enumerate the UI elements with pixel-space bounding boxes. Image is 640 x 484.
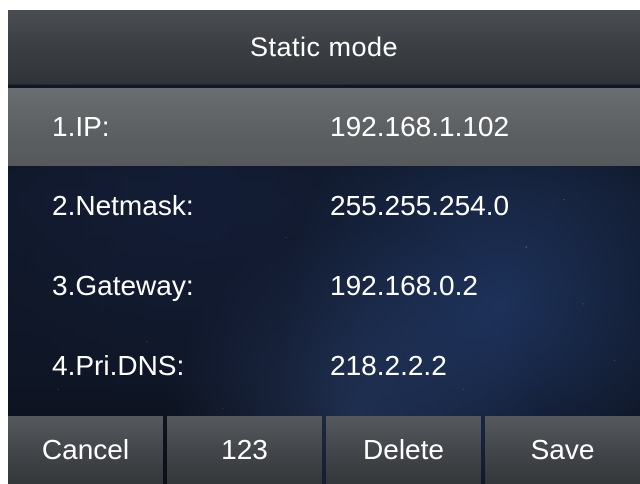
save-button[interactable]: Save	[485, 416, 640, 484]
input-mode-button[interactable]: 123	[167, 416, 322, 484]
field-row-ip[interactable]: 1.IP: 192.168.1.102	[8, 88, 640, 166]
field-value-pri-dns[interactable]: 218.2.2.2	[330, 350, 447, 382]
field-value-netmask[interactable]: 255.255.254.0	[330, 190, 509, 222]
field-label-ip: 1.IP:	[52, 111, 110, 142]
delete-button[interactable]: Delete	[326, 416, 481, 484]
cancel-button[interactable]: Cancel	[8, 416, 163, 484]
settings-list: 1.IP: 192.168.1.102 2.Netmask: 255.255.2…	[8, 88, 640, 406]
field-label-pri-dns: 4.Pri.DNS:	[52, 350, 185, 381]
field-row-netmask[interactable]: 2.Netmask: 255.255.254.0	[8, 166, 640, 246]
phone-screen: Static mode 1.IP: 192.168.1.102 2.Netmas…	[8, 10, 640, 484]
field-row-gateway[interactable]: 3.Gateway: 192.168.0.2	[8, 246, 640, 326]
field-row-pri-dns[interactable]: 4.Pri.DNS: 218.2.2.2	[8, 326, 640, 406]
field-value-gateway[interactable]: 192.168.0.2	[330, 270, 478, 302]
page-title: Static mode	[249, 31, 399, 62]
field-value-ip[interactable]: 192.168.1.102	[330, 111, 509, 143]
softkey-bar: Cancel 123 Delete Save	[8, 416, 640, 484]
title-bar: Static mode	[8, 10, 640, 85]
field-label-netmask: 2.Netmask:	[52, 190, 194, 221]
field-label-gateway: 3.Gateway:	[52, 270, 194, 301]
